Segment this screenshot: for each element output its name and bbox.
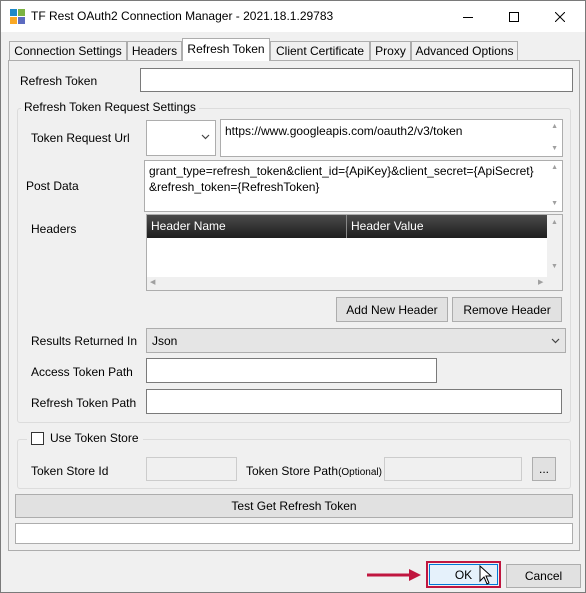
mouse-cursor-icon (479, 565, 493, 585)
request-settings-title: Refresh Token Request Settings (21, 100, 199, 114)
token-store-id-label: Token Store Id (31, 464, 109, 478)
title-bar: TF Rest OAuth2 Connection Manager - 2021… (1, 1, 585, 32)
token-store-id-input[interactable] (146, 457, 237, 481)
cancel-button[interactable]: Cancel (506, 564, 581, 588)
token-store-path-text: Token Store Path (246, 464, 339, 478)
scroll-up-icon[interactable]: ▲ (551, 164, 558, 172)
tab-label: Headers (131, 44, 178, 58)
button-label: Remove Header (463, 302, 551, 317)
optional-suffix: (Optional) (338, 467, 382, 478)
token-store-path-label: Token Store Path(Optional) (246, 464, 382, 478)
use-token-store-checkbox[interactable] (31, 431, 44, 445)
button-label: OK (454, 567, 473, 582)
button-label: Add New Header (346, 302, 438, 317)
post-data-label: Post Data (26, 179, 79, 193)
button-label: Test Get Refresh Token (231, 499, 357, 513)
refresh-token-label: Refresh Token (20, 74, 98, 88)
browse-button[interactable]: ... (532, 457, 556, 481)
scroll-right-icon[interactable]: ▶ (538, 279, 543, 287)
tab-headers[interactable]: Headers (127, 41, 182, 61)
tab-refresh-token[interactable]: Refresh Token (182, 38, 270, 61)
results-format-select[interactable]: Json (146, 328, 566, 353)
window-title: TF Rest OAuth2 Connection Manager - 2021… (31, 9, 334, 23)
tab-label: Proxy (375, 44, 406, 58)
tab-advanced-options[interactable]: Advanced Options (411, 41, 518, 61)
results-format-value: Json (152, 334, 178, 348)
maximize-button[interactable] (491, 1, 537, 32)
scroll-down-icon[interactable]: ▼ (551, 200, 558, 208)
tab-label: Advanced Options (415, 44, 514, 58)
token-request-url-label: Token Request Url (31, 131, 130, 145)
add-new-header-button[interactable]: Add New Header (336, 297, 448, 322)
column-header-label: Header Value (351, 219, 424, 233)
scroll-left-icon[interactable]: ◀ (150, 279, 155, 287)
dialog-window: TF Rest OAuth2 Connection Manager - 2021… (0, 0, 586, 593)
button-label: Cancel (524, 569, 563, 583)
vertical-scrollbar[interactable]: ▲ ▼ (547, 215, 562, 277)
headers-grid[interactable]: Header Name Header Value ▲ ▼ ◀ ▶ (146, 214, 563, 291)
post-data-input[interactable]: grant_type=refresh_token&client_id={ApiK… (144, 160, 563, 212)
refresh-token-path-label: Refresh Token Path (31, 396, 137, 410)
button-label: ... (538, 462, 549, 476)
token-request-url-value: https://www.googleapis.com/oauth2/v3/tok… (225, 124, 463, 138)
post-data-line: grant_type=refresh_token&client_id={ApiK… (149, 164, 534, 178)
scroll-down-icon[interactable]: ▼ (551, 145, 558, 153)
horizontal-scrollbar[interactable]: ◀ ▶ (147, 277, 562, 290)
remove-header-button[interactable]: Remove Header (452, 297, 562, 322)
column-header-name[interactable]: Header Name (147, 215, 347, 238)
scroll-up-icon[interactable]: ▲ (551, 123, 558, 131)
use-token-store-label: Use Token Store (50, 431, 139, 445)
token-store-path-input[interactable] (384, 457, 522, 481)
minimize-button[interactable] (445, 1, 491, 32)
tab-label: Refresh Token (187, 42, 265, 56)
scroll-down-icon[interactable]: ▼ (551, 263, 558, 271)
tab-proxy[interactable]: Proxy (370, 41, 411, 61)
chevron-down-icon (201, 134, 210, 140)
token-request-url-input[interactable]: https://www.googleapis.com/oauth2/v3/tok… (220, 119, 563, 157)
results-returned-in-label: Results Returned In (31, 334, 138, 348)
arrow-right-icon (367, 569, 421, 581)
access-token-path-input[interactable] (146, 358, 437, 383)
chevron-down-icon (551, 338, 560, 344)
post-data-line: &refresh_token={RefreshToken} (149, 180, 320, 194)
close-icon (555, 11, 565, 22)
column-header-value[interactable]: Header Value (347, 215, 547, 238)
headers-label: Headers (31, 222, 77, 236)
test-get-refresh-token-button[interactable]: Test Get Refresh Token (15, 494, 573, 518)
tab-label: Connection Settings (14, 44, 122, 58)
app-icon (10, 9, 25, 24)
tab-label: Client Certificate (275, 44, 365, 58)
use-token-store-row: Use Token Store (27, 431, 143, 445)
tab-connection-settings[interactable]: Connection Settings (9, 41, 127, 61)
status-output (15, 523, 573, 544)
scroll-up-icon[interactable]: ▲ (551, 219, 558, 227)
refresh-token-input[interactable] (140, 68, 573, 92)
refresh-token-path-input[interactable] (146, 389, 562, 414)
http-method-select[interactable] (146, 120, 216, 156)
tab-client-certificate[interactable]: Client Certificate (270, 41, 370, 61)
minimize-icon (463, 16, 473, 18)
column-header-label: Header Name (151, 219, 226, 233)
close-button[interactable] (537, 1, 583, 32)
access-token-path-label: Access Token Path (31, 365, 133, 379)
maximize-icon (509, 11, 519, 22)
